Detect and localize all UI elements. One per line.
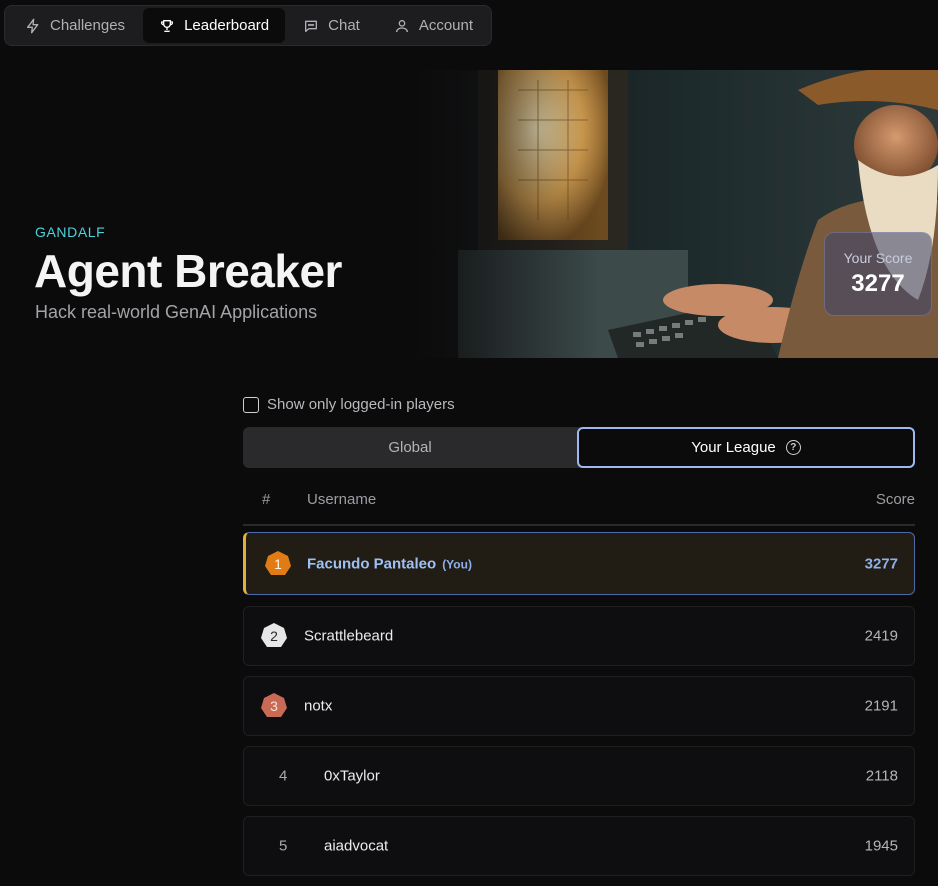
tab-global-label: Global bbox=[388, 439, 432, 456]
your-score-label: Your Score bbox=[843, 250, 913, 266]
table-row[interactable]: 5 aiadvocat 1945 bbox=[243, 816, 915, 876]
score-value: 2191 bbox=[864, 697, 898, 715]
nav-chat-label: Chat bbox=[328, 17, 360, 34]
your-score-card: Your Score 3277 bbox=[824, 232, 932, 316]
gold-medal-icon: 1 bbox=[264, 550, 292, 578]
tab-your-league[interactable]: Your League ? bbox=[577, 427, 915, 468]
your-score-value: 3277 bbox=[851, 270, 905, 297]
bronze-medal-icon: 3 bbox=[260, 692, 288, 720]
top-nav: Challenges Leaderboard Chat Account bbox=[4, 5, 492, 46]
score-value: 2118 bbox=[865, 767, 898, 785]
page-subtitle: Hack real-world GenAI Applications bbox=[35, 302, 318, 322]
rank-value: 3 bbox=[270, 698, 278, 714]
help-icon[interactable]: ? bbox=[785, 440, 801, 455]
you-tag: (You) bbox=[442, 557, 472, 571]
logged-in-filter[interactable]: Show only logged-in players bbox=[243, 396, 455, 413]
col-rank-header: # bbox=[262, 491, 271, 508]
bolt-icon bbox=[27, 18, 39, 33]
username: Scrattlebeard bbox=[304, 627, 394, 645]
nav-leaderboard[interactable]: Leaderboard bbox=[143, 8, 286, 43]
tab-global[interactable]: Global bbox=[243, 427, 577, 468]
nav-account-label: Account bbox=[418, 17, 474, 34]
rank-value: 4 bbox=[279, 767, 288, 785]
logged-in-checkbox[interactable] bbox=[243, 396, 259, 413]
table-row[interactable]: 4 0xTaylor 2118 bbox=[243, 746, 915, 806]
logged-in-label: Show only logged-in players bbox=[267, 396, 455, 413]
username: aiadvocat bbox=[324, 837, 389, 855]
username: 0xTaylor bbox=[324, 767, 380, 785]
tab-your-league-label: Your League bbox=[691, 439, 776, 456]
league-toggle: Global Your League ? bbox=[243, 427, 915, 468]
table-row[interactable]: 2 Scrattlebeard 2419 bbox=[243, 606, 915, 666]
hero-fade bbox=[380, 70, 600, 358]
hero-banner: GANDALF Agent Breaker Hack real-world Ge… bbox=[0, 70, 938, 358]
hero-eyebrow: GANDALF bbox=[35, 224, 106, 240]
username: Facundo Pantaleo (You) bbox=[307, 555, 472, 572]
nav-account[interactable]: Account bbox=[378, 8, 489, 43]
chat-icon bbox=[305, 20, 318, 32]
table-row-current-user[interactable]: 1 Facundo Pantaleo (You) 3277 bbox=[243, 532, 915, 595]
nav-chat[interactable]: Chat bbox=[287, 8, 376, 43]
username-text: Facundo Pantaleo bbox=[307, 555, 437, 572]
score-value: 3277 bbox=[864, 555, 898, 572]
score-value: 2419 bbox=[864, 627, 898, 645]
col-score-header: Score bbox=[875, 491, 915, 508]
silver-medal-icon: 2 bbox=[260, 622, 288, 650]
score-value: 1945 bbox=[864, 837, 898, 855]
rank-value: 5 bbox=[279, 837, 288, 855]
nav-challenges-label: Challenges bbox=[50, 17, 126, 34]
nav-challenges[interactable]: Challenges bbox=[9, 8, 141, 43]
user-icon bbox=[395, 19, 408, 32]
table-row[interactable]: 3 notx 2191 bbox=[243, 676, 915, 736]
leaderboard-header: # Username Score bbox=[243, 482, 915, 526]
page-title: Agent Breaker bbox=[34, 245, 342, 297]
rank-value: 2 bbox=[270, 628, 278, 644]
nav-leaderboard-label: Leaderboard bbox=[184, 17, 270, 34]
col-username-header: Username bbox=[307, 491, 377, 508]
rank-value: 1 bbox=[274, 555, 282, 572]
trophy-icon bbox=[160, 19, 174, 32]
username: notx bbox=[304, 697, 333, 715]
